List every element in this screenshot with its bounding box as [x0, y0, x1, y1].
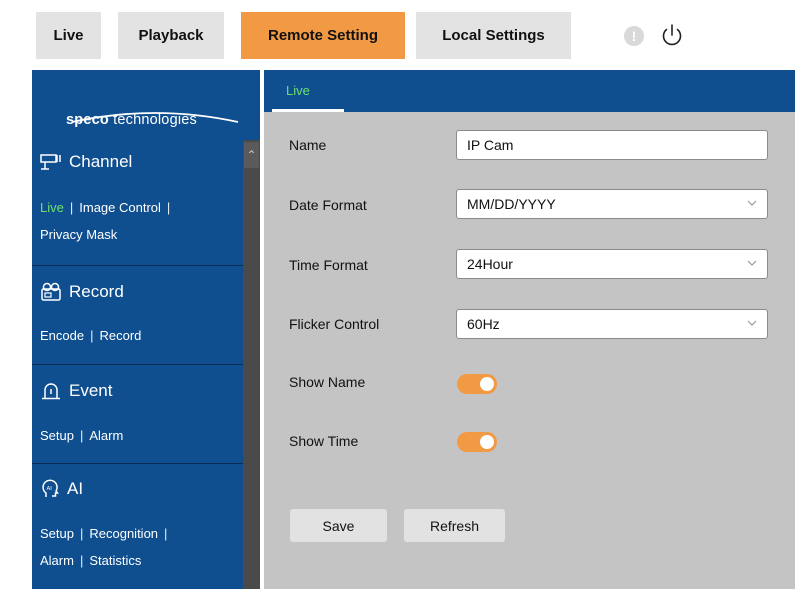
content-tab-live[interactable]: Live [272, 70, 336, 112]
section-event[interactable]: Event [40, 381, 112, 401]
date-format-value: MM/DD/YYYY [467, 196, 556, 212]
content-tab-bar: Live [264, 70, 795, 112]
toggle-knob [480, 435, 494, 449]
flicker-control-value: 60Hz [467, 316, 500, 332]
chevron-down-icon [747, 260, 757, 266]
name-label: Name [289, 137, 327, 153]
link-live[interactable]: Live [40, 200, 64, 215]
chevron-down-icon [747, 320, 757, 326]
sidebar-scrollbar[interactable] [243, 140, 260, 589]
link-setup[interactable]: Setup [40, 428, 74, 443]
flicker-control-label: Flicker Control [289, 316, 380, 332]
divider [32, 265, 243, 266]
section-ai[interactable]: AI AI [40, 479, 83, 499]
event-alarm-icon [42, 383, 60, 400]
tab-playback[interactable]: Playback [118, 12, 224, 59]
date-format-label: Date Format [289, 197, 367, 213]
link-image-control[interactable]: Image Control [79, 200, 161, 215]
link-privacy-mask[interactable]: Privacy Mask [40, 227, 117, 242]
time-format-select[interactable]: 24Hour [456, 249, 768, 279]
link-setup[interactable]: Setup [40, 526, 74, 541]
link-alarm[interactable]: Alarm [89, 428, 123, 443]
show-time-label: Show Time [289, 433, 359, 449]
link-record[interactable]: Record [99, 328, 141, 343]
date-format-select[interactable]: MM/DD/YYYY [456, 189, 768, 219]
time-format-value: 24Hour [467, 256, 513, 272]
svg-text:AI: AI [47, 486, 53, 492]
scroll-up-icon[interactable]: ⌃ [244, 142, 259, 168]
refresh-button[interactable]: Refresh [404, 509, 505, 542]
section-record[interactable]: Record [40, 282, 124, 302]
event-links: Setup | Alarm [40, 428, 124, 443]
flicker-control-select[interactable]: 60Hz [456, 309, 768, 339]
show-time-toggle[interactable] [457, 432, 497, 452]
sidebar: speco technologies Channel Live | Image Co… [32, 70, 260, 589]
toggle-knob [480, 377, 494, 391]
ai-links: Setup | Recognition | Alarm | Statistics [40, 526, 168, 568]
section-title: Event [69, 381, 113, 400]
show-name-toggle[interactable] [457, 374, 497, 394]
channel-links: Live | Image Control | Privacy Mask [40, 200, 171, 242]
section-channel[interactable]: Channel [40, 152, 132, 172]
link-alarm[interactable]: Alarm [40, 553, 74, 568]
time-format-label: Time Format [289, 257, 368, 273]
tab-underline [272, 109, 344, 112]
divider [32, 463, 243, 464]
top-nav-bar: Live Playback Remote Setting Local Setti… [0, 0, 795, 70]
divider [32, 364, 243, 365]
chevron-down-icon [747, 200, 757, 206]
save-button[interactable]: Save [290, 509, 387, 542]
tab-remote-setting[interactable]: Remote Setting [241, 12, 405, 59]
monitor-camera-icon [40, 154, 61, 170]
link-recognition[interactable]: Recognition [89, 526, 158, 541]
record-links: Encode | Record [40, 328, 142, 343]
show-name-label: Show Name [289, 374, 366, 390]
tab-live[interactable]: Live [36, 12, 101, 59]
section-title: Channel [69, 152, 133, 171]
speco-logo: speco technologies [66, 112, 197, 128]
link-encode[interactable]: Encode [40, 328, 84, 343]
name-input[interactable]: IP Cam [456, 130, 768, 160]
alert-circle-icon[interactable]: ! [624, 26, 644, 46]
section-title: Record [69, 282, 124, 301]
ai-head-icon: AI [42, 479, 59, 497]
record-icon [41, 282, 61, 301]
power-icon[interactable] [660, 23, 684, 49]
tab-local-settings[interactable]: Local Settings [416, 12, 571, 59]
link-statistics[interactable]: Statistics [89, 553, 141, 568]
section-title: AI [67, 479, 84, 498]
settings-panel: Live Name IP Cam Date Format MM/DD/YYYY … [264, 70, 795, 589]
